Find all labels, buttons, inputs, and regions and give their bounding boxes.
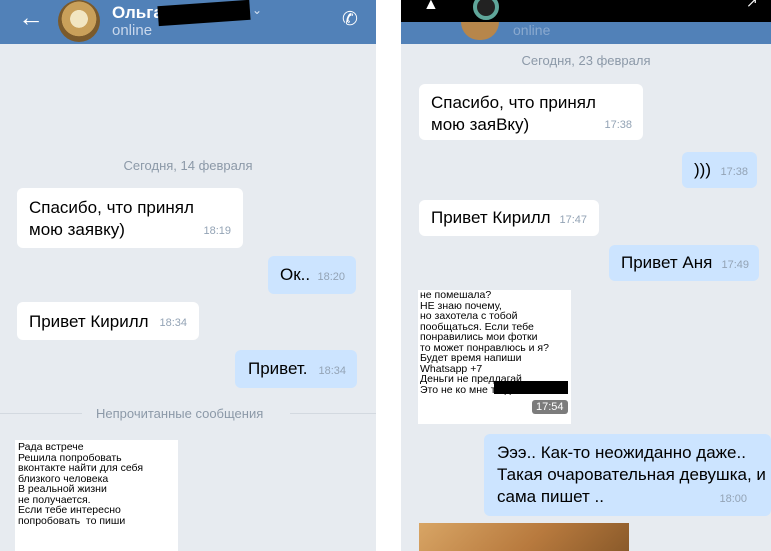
message-incoming[interactable]: Привет Кирилл 18:34 bbox=[17, 302, 199, 340]
message-time: 18:20 bbox=[317, 271, 345, 283]
message-time: 18:34 bbox=[159, 317, 187, 329]
message-time: 17:38 bbox=[720, 166, 748, 178]
photo-attachment[interactable] bbox=[419, 523, 629, 551]
right-chat-screenshot: ▲ ↗ online Сегодня, 23 февраля Спасибо, … bbox=[401, 0, 771, 551]
avatar[interactable] bbox=[461, 22, 499, 40]
image-message[interactable]: Рада встрече Решила попробовать вконтакт… bbox=[15, 440, 178, 551]
redacted-phone-number bbox=[494, 381, 568, 394]
message-incoming[interactable]: Спасибо, что принял мою заяВку) 17:38 bbox=[419, 84, 643, 140]
contact-status: online bbox=[513, 22, 551, 38]
arrow-icon: ↗ bbox=[746, 0, 758, 10]
message-text: Привет Аня bbox=[621, 253, 713, 272]
message-text: Спасибо, что принял мою заявку) bbox=[29, 198, 194, 239]
bell-icon: ▲ bbox=[423, 0, 439, 13]
message-incoming[interactable]: Спасибо, что принял мою заявку) 18:19 bbox=[17, 188, 243, 248]
left-chat-screenshot: ← Ольга ⌄ online ✆ Сегодня, 14 февраля С… bbox=[0, 0, 376, 551]
message-time: 17:47 bbox=[559, 214, 587, 226]
app-circle-icon bbox=[473, 0, 499, 20]
message-outgoing[interactable]: Эээ.. Как-то неожиданно даже.. Такая оча… bbox=[484, 434, 771, 516]
image-time: 17:54 bbox=[532, 400, 568, 414]
message-outgoing[interactable]: ))) 17:38 bbox=[682, 152, 757, 188]
message-text: ))) bbox=[694, 160, 711, 179]
redacted-surname bbox=[157, 0, 251, 27]
message-outgoing[interactable]: Привет Аня 17:49 bbox=[609, 245, 759, 281]
contact-name[interactable]: Ольга bbox=[112, 3, 163, 23]
chat-header: ← Ольга ⌄ online ✆ bbox=[0, 0, 376, 44]
date-separator: Сегодня, 14 февраля bbox=[123, 158, 253, 173]
message-text: Привет Кирилл bbox=[29, 312, 149, 331]
date-separator: Сегодня, 23 февраля bbox=[521, 53, 651, 68]
message-text: Привет Кирилл bbox=[431, 208, 551, 227]
message-time: 17:38 bbox=[604, 119, 632, 131]
back-arrow-icon[interactable]: ← bbox=[18, 4, 44, 30]
message-outgoing[interactable]: Ок.. 18:20 bbox=[268, 256, 356, 294]
phone-icon[interactable]: ✆ bbox=[342, 8, 358, 31]
status-bar: ▲ ↗ bbox=[401, 0, 771, 22]
message-time: 17:49 bbox=[721, 259, 749, 271]
avatar[interactable] bbox=[58, 0, 100, 42]
contact-status: online bbox=[112, 22, 153, 39]
message-time: 18:00 bbox=[719, 493, 747, 505]
divider bbox=[290, 413, 376, 414]
message-time: 18:34 bbox=[318, 365, 346, 377]
message-text: Спасибо, что принял мою заяВку) bbox=[431, 93, 596, 134]
message-text: Ок.. bbox=[280, 265, 311, 284]
message-incoming[interactable]: Привет Кирилл 17:47 bbox=[419, 200, 599, 236]
chat-header: online bbox=[401, 22, 771, 44]
message-outgoing[interactable]: Привет. 18:34 bbox=[235, 350, 357, 388]
divider bbox=[0, 413, 82, 414]
message-text: Привет. bbox=[248, 359, 308, 378]
message-time: 18:19 bbox=[203, 225, 231, 237]
chevron-down-icon[interactable]: ⌄ bbox=[252, 3, 262, 17]
unread-messages-label: Непрочитанные сообщения bbox=[96, 406, 264, 421]
